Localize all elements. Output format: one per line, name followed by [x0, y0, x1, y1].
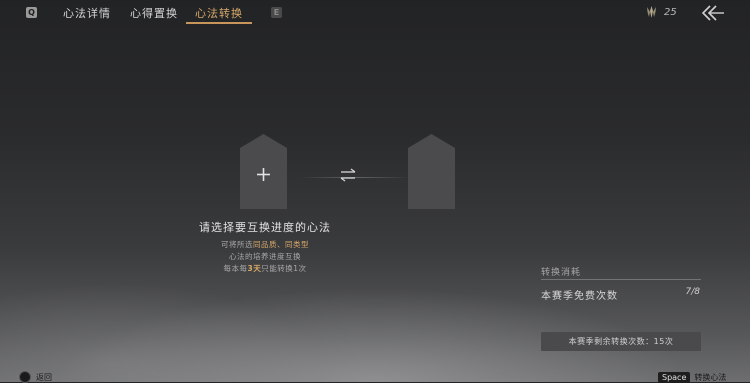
select-prompt: 请选择要互换进度的心法	[199, 221, 331, 234]
description-line-3: 每本每3天只能转换1次	[223, 264, 307, 273]
swap-arrows-icon	[340, 168, 356, 182]
double-chevron-back-icon[interactable]	[701, 4, 725, 22]
return-label: 返回	[36, 372, 52, 382]
currency-display: 25	[646, 6, 677, 18]
description-line-2: 心法的培养进度互换	[229, 252, 301, 261]
space-convert-hint[interactable]: Space 转换心法	[658, 372, 726, 383]
description-line-1: 可将所选同品质、同类型	[221, 240, 309, 249]
tab-insight-replacement[interactable]: 心得置换	[130, 5, 178, 21]
conversion-cost-title: 转换消耗	[541, 268, 582, 278]
e-key-hint[interactable]: E	[271, 7, 282, 18]
space-key: Space	[658, 372, 691, 383]
active-tab-indicator	[186, 22, 252, 24]
return-button[interactable]: 返回	[19, 371, 52, 383]
cost-divider	[541, 279, 701, 280]
tab-heart-method-details[interactable]: 心法详情	[63, 5, 111, 21]
slot-shape	[408, 134, 455, 209]
return-key-icon	[19, 371, 31, 383]
source-method-slot[interactable]	[240, 134, 287, 209]
currency-value: 25	[664, 6, 677, 18]
plus-icon	[257, 168, 270, 181]
free-count-label: 本赛季免费次数	[541, 291, 618, 302]
q-key-hint[interactable]: Q	[26, 7, 37, 18]
tab-heart-method-conversion[interactable]: 心法转换	[195, 5, 243, 21]
top-tab-bar: Q 心法详情 心得置换 心法转换 E 25	[0, 0, 750, 26]
target-method-slot[interactable]	[408, 134, 455, 209]
remaining-conversions-badge: 本赛季剩余转换次数：15次	[541, 332, 701, 351]
feather-icon	[647, 6, 656, 18]
free-count-value: 7/8	[685, 287, 700, 297]
space-action-label: 转换心法	[694, 373, 727, 382]
